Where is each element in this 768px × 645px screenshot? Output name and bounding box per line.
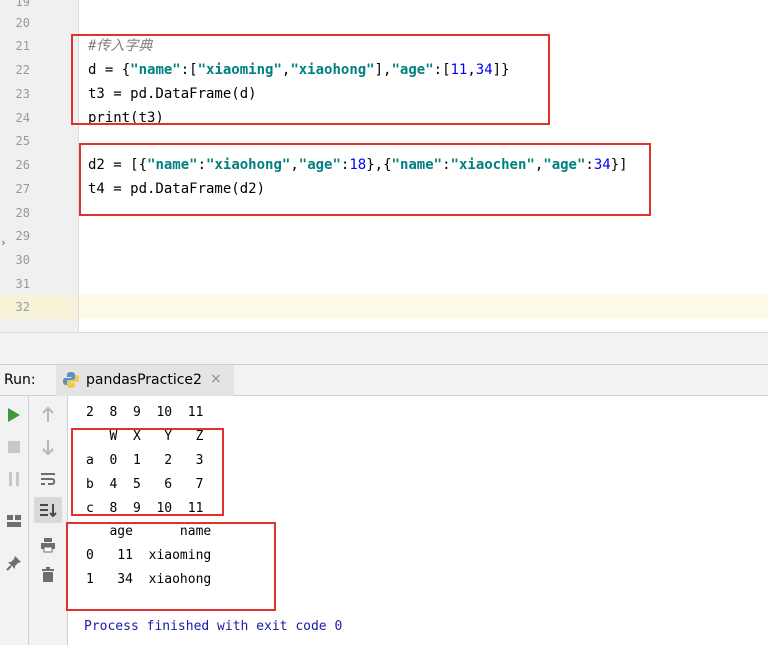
highlight-box-output-2 [66,522,276,611]
line-number: 25 [15,134,30,148]
line-number-gutter: 19 20 21 22 23 24 25 26 27 28 29 30 31 [0,0,79,332]
highlight-box-dict [71,34,550,125]
fold-arrow-icon[interactable]: › [0,236,7,249]
line-number: 31 [15,277,30,291]
line-number: 23 [15,87,30,101]
panel-splitter[interactable] [0,332,768,365]
line-number: 19 [15,0,30,9]
close-icon[interactable]: × [210,371,222,387]
line-number: 20 [15,16,30,30]
line-number: 32 [15,300,30,314]
highlight-box-list [79,143,651,216]
line-number: 22 [15,63,30,77]
run-panel-header: Run: pandasPractice2 × [0,364,768,396]
highlight-box-output-1 [71,428,224,516]
tab-label: pandasPractice2 [86,372,202,388]
trash-icon[interactable] [37,564,59,586]
pin-icon[interactable] [3,552,25,574]
current-line-highlight[interactable] [79,295,768,319]
process-finished-message: Process finished with exit code 0 [84,619,343,634]
tab-pandaspractice2[interactable]: pandasPractice2 × [56,365,234,396]
run-toolbar-left [0,396,29,645]
line-number: 24 [15,111,30,125]
soft-wrap-icon[interactable] [37,468,59,490]
run-panel-label: Run: [4,372,36,388]
line-number: 30 [15,253,30,267]
run-icon[interactable] [3,404,25,426]
python-file-icon [63,372,79,388]
down-arrow-icon[interactable] [37,436,59,458]
run-toolbar-right [29,396,68,645]
pause-icon[interactable] [3,468,25,490]
line-number: 21 [15,39,30,53]
line-number: 26 [15,158,30,172]
line-number: 27 [15,182,30,196]
stop-icon[interactable] [3,436,25,458]
layout-icon[interactable] [3,510,25,532]
code-editor[interactable]: 19 20 21 22 23 24 25 26 27 28 29 30 31 3… [0,0,768,332]
scroll-to-end-icon[interactable] [34,497,62,523]
current-line-gutter: 32 [0,295,78,319]
print-icon[interactable] [37,534,59,556]
line-number: 28 [15,206,30,220]
console-line: 2 8 9 10 11 [86,405,204,420]
up-arrow-icon[interactable] [37,404,59,426]
